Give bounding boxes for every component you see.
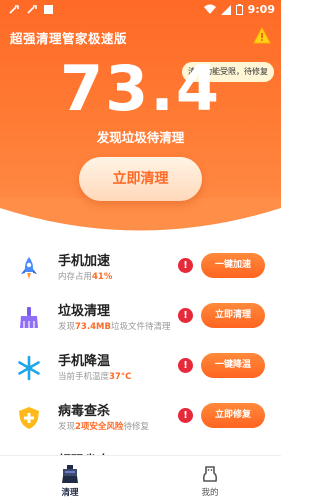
junk-subtitle: 发现垃圾待清理	[96, 130, 185, 145]
broom-icon	[20, 307, 38, 328]
tab-clean[interactable]: 清理	[20, 456, 120, 500]
battery-status-icon	[235, 4, 243, 15]
list-item-speedup[interactable]: 手机加速 内存占用41% ! 一键加速	[0, 246, 281, 296]
item-title: 垃圾清理	[58, 304, 111, 319]
warning-icon[interactable]	[253, 27, 271, 45]
wifi-icon	[203, 4, 216, 14]
speedup-button[interactable]: 一键加速	[201, 253, 265, 278]
bottom-tab-bar: 清理 我的	[0, 455, 281, 500]
antivirus-button[interactable]: 立即修复	[201, 403, 265, 428]
list-item-antivirus[interactable]: 病毒查杀 发现2项安全风险待修复 ! 立即修复	[0, 396, 281, 446]
alert-icon: !	[178, 308, 193, 323]
shield-plus-icon	[19, 407, 39, 429]
tab-clean-label: 清理	[61, 488, 79, 498]
tab-mine-label: 我的	[201, 488, 219, 498]
list-item-junk-clean[interactable]: 垃圾清理 发现73.4MB垃圾文件待清理 ! 立即清理	[0, 296, 281, 346]
snowflake-icon	[18, 355, 40, 381]
clean-tab-icon	[62, 465, 78, 483]
item-title: 手机降温	[58, 354, 111, 369]
rocket-icon	[21, 257, 37, 279]
item-title: 手机加速	[58, 254, 111, 269]
alert-icon: !	[178, 258, 193, 273]
signal-icon	[220, 5, 231, 15]
tool-icon	[27, 5, 37, 14]
user-tab-icon	[202, 466, 218, 482]
item-subtitle: 发现73.4MB垃圾文件待清理	[58, 322, 171, 332]
notification-icon	[44, 5, 53, 14]
status-time: 9:09	[247, 3, 275, 16]
item-subtitle: 内存占用41%	[58, 272, 113, 282]
app-title: 超强清理管家极速版	[10, 31, 128, 46]
tool-icon	[9, 5, 19, 14]
alert-icon: !	[178, 408, 193, 423]
alert-icon: !	[178, 358, 193, 373]
junk-value: 73.4	[60, 52, 221, 125]
junk-clean-button[interactable]: 立即清理	[201, 303, 265, 328]
status-bar: 9:09	[0, 0, 281, 20]
tab-mine[interactable]: 我的	[160, 456, 260, 500]
item-title: 病毒查杀	[58, 404, 111, 419]
item-subtitle: 发现2项安全风险待修复	[58, 422, 149, 432]
hero-curve	[0, 198, 281, 248]
item-subtitle: 当前手机温度37°C	[58, 372, 132, 382]
cooldown-button[interactable]: 一键降温	[201, 353, 265, 378]
clean-now-button[interactable]: 立即清理	[79, 157, 202, 201]
list-item-cooldown[interactable]: 手机降温 当前手机温度37°C ! 一键降温	[0, 346, 281, 396]
